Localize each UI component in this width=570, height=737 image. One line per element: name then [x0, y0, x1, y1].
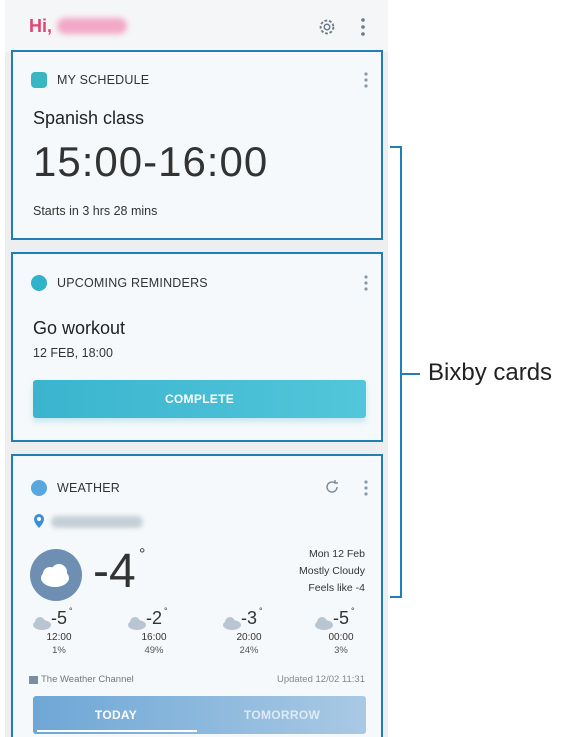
- hourly-temp: -5: [333, 608, 350, 628]
- weather-card[interactable]: WEATHER -4 ° Mon 12 Feb Mostly Cloudy Fe…: [11, 454, 383, 737]
- event-time: 15:00-16:00: [33, 138, 269, 185]
- current-temperature: -4: [93, 545, 136, 598]
- annotation-tick: [402, 373, 420, 375]
- cloud-icon: [223, 617, 241, 630]
- phone-screen: Hi, MY SCHEDULE Spanish class 15:00-16:0…: [5, 0, 388, 737]
- forecast-tabs: TODAY TOMORROW: [33, 696, 366, 734]
- cloud-icon: [33, 617, 51, 630]
- active-tab-indicator: [37, 730, 197, 732]
- weather-more-icon[interactable]: [361, 478, 371, 498]
- hourly-precip: 24%: [239, 645, 259, 656]
- weather-card-header: WEATHER: [57, 481, 120, 495]
- schedule-card-header: MY SCHEDULE: [57, 73, 150, 87]
- hourly-precip: 1%: [52, 645, 66, 656]
- weather-condition: Mostly Cloudy: [299, 565, 365, 577]
- tab-today[interactable]: TODAY: [33, 708, 199, 722]
- hourly-time: 00:00: [328, 632, 354, 643]
- weather-header-icon: [31, 480, 47, 496]
- reminders-card[interactable]: UPCOMING REMINDERS Go workout 12 FEB, 18…: [11, 252, 383, 442]
- reminder-title: Go workout: [33, 318, 126, 338]
- weather-updated: Updated 12/02 11:31: [276, 674, 365, 685]
- degree-symbol: °: [139, 546, 146, 563]
- hourly-degree: °: [69, 606, 73, 616]
- hourly-degree: °: [351, 606, 355, 616]
- event-start-note: Starts in 3 hrs 28 mins: [33, 204, 158, 218]
- reminders-more-icon[interactable]: [361, 273, 371, 293]
- hourly-degree: °: [259, 606, 263, 616]
- user-name-blurred: [57, 18, 127, 34]
- schedule-more-icon[interactable]: [361, 70, 371, 90]
- cloud-icon: [315, 617, 333, 630]
- location-pin-icon: [34, 514, 44, 528]
- top-bar: Hi,: [5, 0, 388, 52]
- hourly-time: 12:00: [46, 632, 72, 643]
- greeting: Hi,: [29, 16, 53, 36]
- hourly-temp: -5: [51, 608, 68, 628]
- schedule-card[interactable]: MY SCHEDULE Spanish class 15:00-16:00 St…: [11, 50, 383, 240]
- complete-button[interactable]: COMPLETE: [33, 380, 366, 418]
- hourly-temp: -3: [241, 608, 258, 628]
- hourly-precip: 49%: [144, 645, 164, 656]
- hourly-temp: -2: [146, 608, 163, 628]
- tab-tomorrow[interactable]: TOMORROW: [199, 708, 365, 722]
- annotation-label: Bixby cards: [428, 359, 553, 386]
- refresh-icon[interactable]: [323, 478, 341, 496]
- reminder-bell-icon: [31, 275, 47, 291]
- weather-date: Mon 12 Feb: [308, 548, 365, 560]
- weather-source[interactable]: The Weather Channel: [41, 674, 134, 685]
- more-options-icon[interactable]: [357, 16, 369, 38]
- weather-channel-icon: [29, 676, 38, 684]
- mostly-cloudy-icon: [30, 549, 82, 601]
- reminders-card-header: UPCOMING REMINDERS: [57, 276, 208, 290]
- calendar-icon: [31, 72, 47, 88]
- cloud-icon: [128, 617, 146, 630]
- settings-gear-icon[interactable]: [316, 16, 338, 38]
- annotation-bracket: [390, 146, 402, 598]
- hourly-time: 16:00: [141, 632, 167, 643]
- location-name-blurred: [51, 516, 143, 528]
- reminder-datetime: 12 FEB, 18:00: [33, 346, 113, 360]
- hourly-degree: °: [164, 606, 168, 616]
- hourly-time: 20:00: [236, 632, 262, 643]
- event-title: Spanish class: [33, 108, 145, 128]
- weather-feels-like: Feels like -4: [308, 582, 365, 594]
- hourly-precip: 3%: [334, 645, 348, 656]
